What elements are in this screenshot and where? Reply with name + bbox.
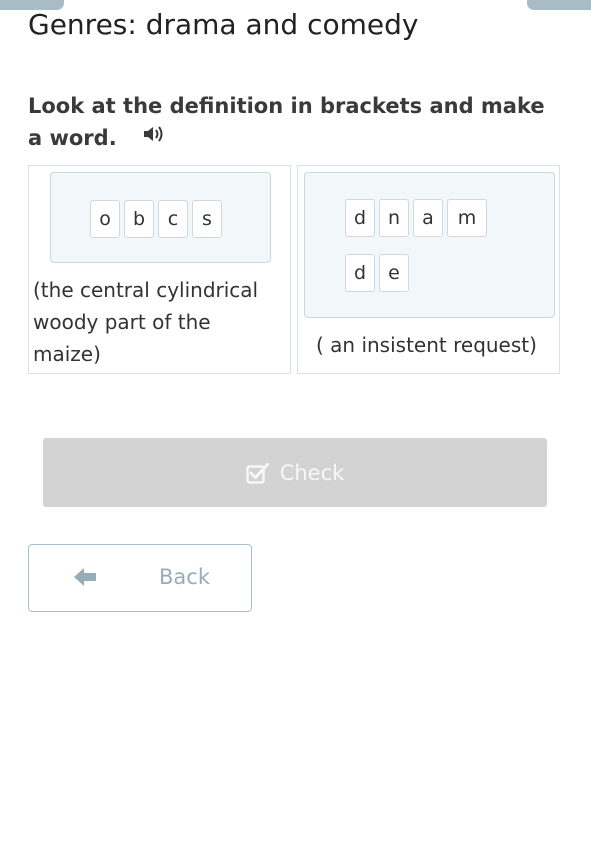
speaker-icon[interactable] (142, 121, 166, 153)
letter-dropzone-1[interactable]: o b c s (50, 172, 271, 263)
word-card-2: d n a m d e ( an insistent request) (297, 165, 560, 374)
top-tab-right (527, 0, 591, 10)
back-label: Back (159, 565, 210, 589)
tile-row-2b: d e (345, 254, 409, 292)
letter-tile[interactable]: o (90, 200, 120, 238)
arrow-left-icon (73, 567, 97, 591)
instruction: Look at the definition in brackets and m… (28, 90, 558, 154)
instruction-text: Look at the definition in brackets and m… (28, 94, 545, 150)
letter-tile[interactable]: e (379, 254, 409, 292)
definition-text-2: ( an insistent request) (316, 333, 537, 357)
page-title: Genres: drama and comedy (28, 8, 419, 41)
letter-tile[interactable]: s (192, 200, 222, 238)
check-label: Check (279, 460, 345, 485)
letter-tile[interactable]: d (345, 199, 375, 237)
letter-tile[interactable]: n (379, 199, 409, 237)
letter-tile[interactable]: d (345, 254, 375, 292)
word-card-1: o b c s (the central cylindrical woody p… (28, 165, 291, 374)
checkbox-icon (245, 462, 270, 484)
letter-tile[interactable]: a (413, 199, 443, 237)
check-button[interactable]: Check (43, 438, 547, 507)
letter-tile[interactable]: c (158, 200, 188, 238)
back-button[interactable]: Back (28, 544, 252, 612)
letter-dropzone-2[interactable]: d n a m d e (304, 172, 555, 318)
letter-tile[interactable]: m (447, 199, 487, 237)
definition-text-1: (the central cylindrical woody part of t… (33, 278, 259, 366)
tile-row-2a: d n a m (345, 199, 487, 237)
tile-row-1: o b c s (90, 200, 222, 238)
letter-tile[interactable]: b (124, 200, 154, 238)
